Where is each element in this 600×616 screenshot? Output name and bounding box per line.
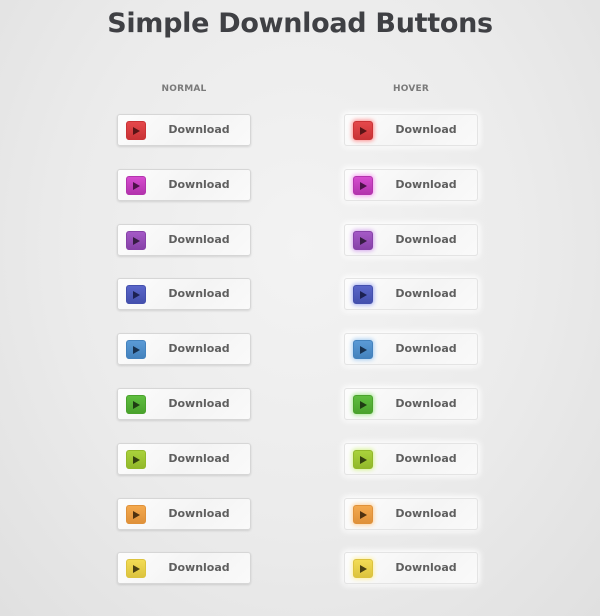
download-button-label: Download bbox=[395, 397, 457, 410]
play-icon bbox=[126, 176, 146, 195]
column-heading-normal: NORMAL bbox=[161, 84, 207, 94]
play-icon bbox=[126, 559, 146, 578]
download-button-label: Download bbox=[395, 561, 457, 574]
play-icon bbox=[353, 505, 373, 524]
download-button-label: Download bbox=[395, 452, 457, 465]
play-icon bbox=[126, 285, 146, 304]
download-button-label: Download bbox=[168, 507, 230, 520]
download-button-label: Download bbox=[395, 123, 457, 136]
play-icon bbox=[353, 121, 373, 140]
column-heading-hover: HOVER bbox=[393, 84, 429, 94]
download-button-blue-normal[interactable]: Download bbox=[117, 333, 251, 365]
download-button-yellow-normal[interactable]: Download bbox=[117, 552, 251, 584]
play-icon bbox=[353, 559, 373, 578]
download-button-indigo-hover[interactable]: Download bbox=[344, 278, 478, 310]
download-button-lime-normal[interactable]: Download bbox=[117, 443, 251, 475]
download-button-label: Download bbox=[395, 287, 457, 300]
play-icon bbox=[126, 505, 146, 524]
download-button-blue-hover[interactable]: Download bbox=[344, 333, 478, 365]
download-button-label: Download bbox=[395, 342, 457, 355]
download-button-label: Download bbox=[395, 507, 457, 520]
play-icon bbox=[353, 340, 373, 359]
download-button-label: Download bbox=[168, 123, 230, 136]
download-button-label: Download bbox=[168, 561, 230, 574]
download-button-label: Download bbox=[395, 178, 457, 191]
play-icon bbox=[126, 231, 146, 250]
download-button-label: Download bbox=[168, 178, 230, 191]
download-button-red-normal[interactable]: Download bbox=[117, 114, 251, 146]
download-button-label: Download bbox=[168, 452, 230, 465]
play-icon bbox=[353, 176, 373, 195]
download-button-label: Download bbox=[395, 233, 457, 246]
play-icon bbox=[353, 395, 373, 414]
play-icon bbox=[353, 231, 373, 250]
download-button-lime-hover[interactable]: Download bbox=[344, 443, 478, 475]
play-icon bbox=[126, 395, 146, 414]
play-icon bbox=[126, 121, 146, 140]
download-button-magenta-hover[interactable]: Download bbox=[344, 169, 478, 201]
download-button-green-hover[interactable]: Download bbox=[344, 388, 478, 420]
play-icon bbox=[126, 450, 146, 469]
download-button-red-hover[interactable]: Download bbox=[344, 114, 478, 146]
page-title: Simple Download Buttons bbox=[107, 8, 493, 39]
download-button-orange-hover[interactable]: Download bbox=[344, 498, 478, 530]
download-button-orange-normal[interactable]: Download bbox=[117, 498, 251, 530]
download-button-purple-hover[interactable]: Download bbox=[344, 224, 478, 256]
download-button-purple-normal[interactable]: Download bbox=[117, 224, 251, 256]
download-button-label: Download bbox=[168, 287, 230, 300]
play-icon bbox=[126, 340, 146, 359]
play-icon bbox=[353, 450, 373, 469]
download-button-indigo-normal[interactable]: Download bbox=[117, 278, 251, 310]
download-button-yellow-hover[interactable]: Download bbox=[344, 552, 478, 584]
download-button-label: Download bbox=[168, 342, 230, 355]
play-icon bbox=[353, 285, 373, 304]
download-button-magenta-normal[interactable]: Download bbox=[117, 169, 251, 201]
download-button-label: Download bbox=[168, 397, 230, 410]
download-button-green-normal[interactable]: Download bbox=[117, 388, 251, 420]
download-button-label: Download bbox=[168, 233, 230, 246]
